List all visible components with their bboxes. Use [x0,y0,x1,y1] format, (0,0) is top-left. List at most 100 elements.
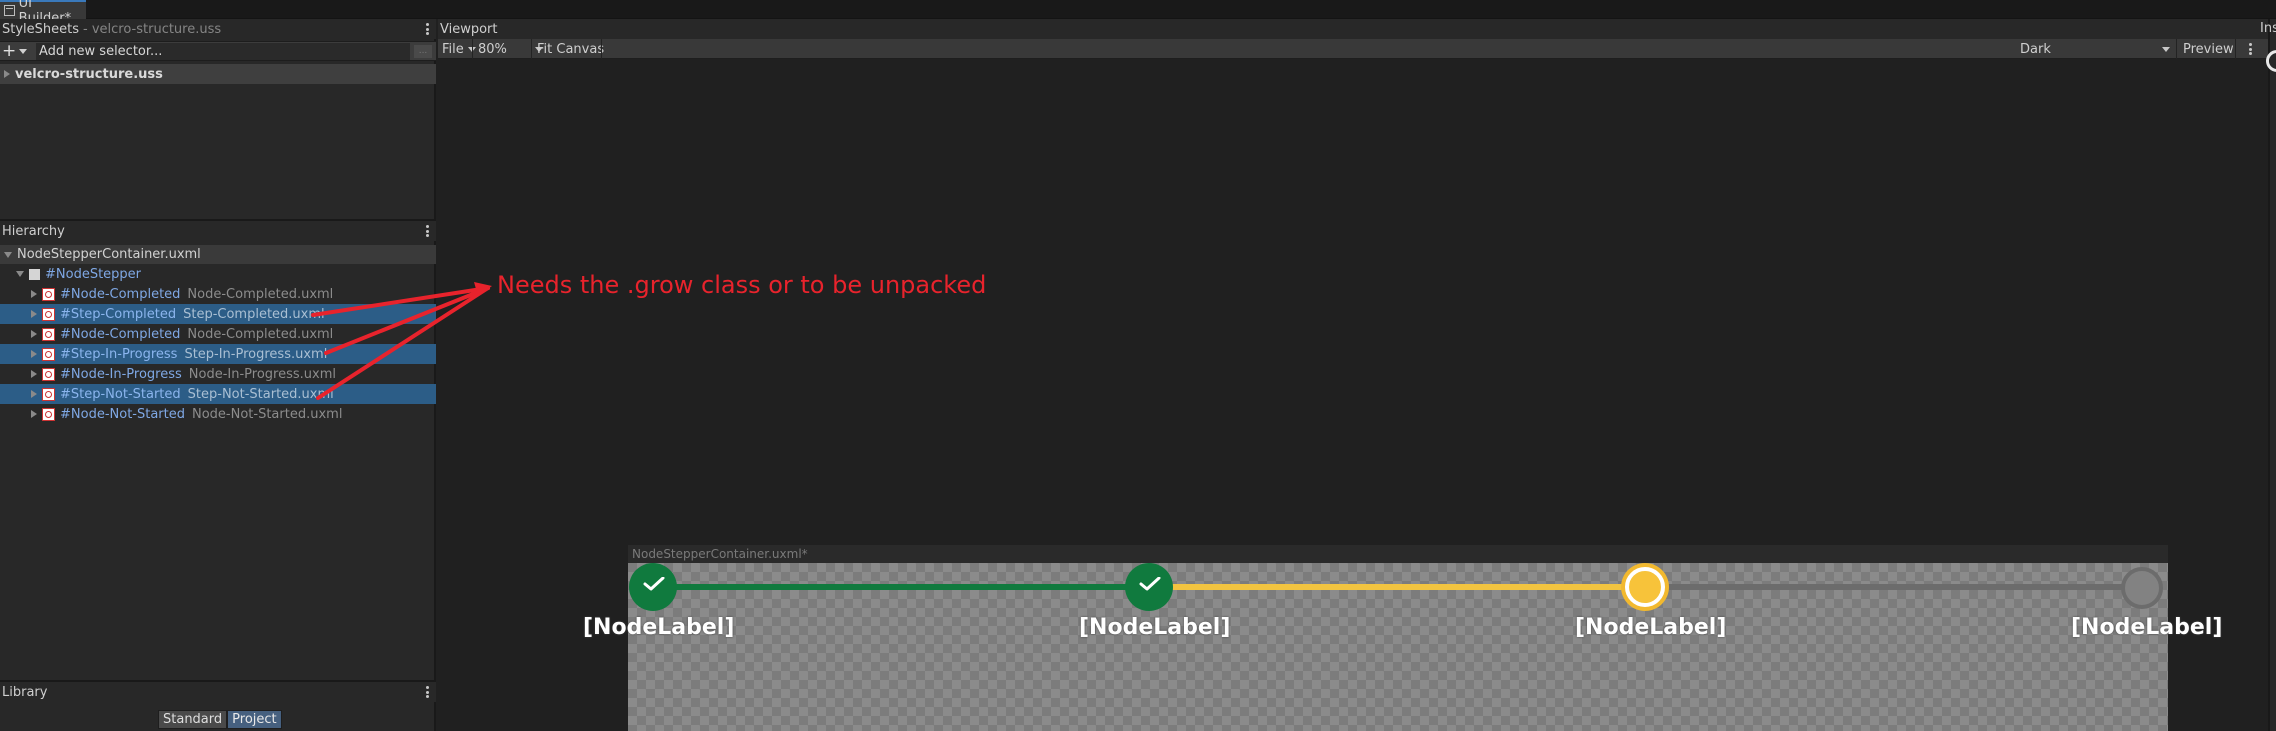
foldout-arrow-icon[interactable] [31,290,37,298]
node-label-1: [NodeLabel] [583,615,735,640]
hierarchy-item-name: #Node-Not-Started [60,406,185,422]
step-not-started-line[interactable] [1645,584,2141,590]
window-tab-strip: UI Builder* [0,0,2276,26]
node-label-2: [NodeLabel] [1079,615,1231,640]
theme-value: Dark [2020,41,2051,57]
tab-project[interactable]: Project [227,710,282,729]
hierarchy-item-file: Step-Completed.uxml [183,306,325,322]
template-instance-icon [42,347,55,361]
hierarchy-menu-icon[interactable] [426,225,429,237]
fit-canvas-label: Fit Canvas [537,41,605,57]
library-title: Library [2,684,48,700]
toolbar-divider [601,39,602,59]
annotation-note: Needs the .grow class or to be unpacked [497,271,987,299]
node-completed-2[interactable] [1125,563,1173,611]
stylesheets-toolbar: + Add new selector... ... [0,41,436,61]
node-not-started[interactable] [2121,567,2163,609]
chevron-down-icon [2162,46,2170,52]
hierarchy-item-selected[interactable]: #Step-In-Progress Step-In-Progress.uxml [0,344,436,364]
library-tabs: Standard Project [158,710,282,730]
file-menu-label: File [442,41,464,57]
stylesheets-panel-header: StyleSheets - velcro-structure.uss [0,19,436,39]
node-completed-1[interactable] [629,563,677,611]
hierarchy-item-file: Node-Completed.uxml [187,286,334,302]
hierarchy-item[interactable]: #Node-Not-Started Node-Not-Started.uxml [0,404,436,424]
hierarchy-item-file: Step-Not-Started.uxml [187,386,334,402]
viewport-panel-header: Viewport [438,19,2268,39]
add-selector-input[interactable]: Add new selector... [36,43,410,60]
stylesheet-item[interactable]: velcro-structure.uss [0,64,436,84]
template-instance-icon [42,287,55,301]
hierarchy-item-name: #Node-Completed [60,286,181,302]
preview-label: Preview [2183,41,2234,57]
checkmark-icon [1139,577,1161,591]
foldout-arrow-icon[interactable] [31,410,37,418]
step-completed-line[interactable] [652,584,1149,590]
toolbar-divider [2176,39,2177,59]
foldout-arrow-icon[interactable] [31,390,37,398]
stylesheets-menu-icon[interactable] [426,23,429,35]
checkmark-icon [643,577,665,591]
foldout-arrow-icon[interactable] [31,350,37,358]
template-instance-icon [42,387,55,401]
hierarchy-item-selected[interactable]: #Step-Completed Step-Completed.uxml [0,304,436,324]
foldout-arrow-icon[interactable] [31,370,37,378]
stylesheet-item-label: velcro-structure.uss [15,66,163,82]
foldout-arrow-icon[interactable] [16,271,24,277]
ui-builder-tab[interactable]: UI Builder* [0,0,86,26]
preview-button[interactable]: Preview [2183,39,2234,59]
hierarchy-item-name: #Node-Completed [60,326,181,342]
library-panel-header: Library [0,680,436,702]
inspector-panel [2268,19,2276,731]
viewport-title: Viewport [440,21,498,37]
template-instance-icon [42,367,55,381]
fit-canvas-button[interactable]: Fit Canvas [537,39,604,59]
viewport-menu-icon[interactable] [2249,43,2252,55]
hierarchy-item[interactable]: #Node-In-Progress Node-In-Progress.uxml [0,364,436,384]
chevron-down-icon [19,49,28,54]
hierarchy-title: Hierarchy [2,223,65,239]
visual-element-icon [29,268,40,280]
node-label-3: [NodeLabel] [1575,615,1727,640]
root-document-label: NodeStepperContainer.uxml [17,247,201,262]
hierarchy-item-nodestepper[interactable]: #NodeStepper [0,264,436,284]
hierarchy-item-name: #Step-Not-Started [60,386,181,402]
zoom-value: 80% [478,41,507,57]
foldout-arrow-icon[interactable] [4,70,10,78]
library-menu-icon[interactable] [426,686,429,698]
viewport-toolbar: File 80% Fit Canvas Dark Preview [438,39,2268,59]
step-in-progress-line[interactable] [1149,584,1645,590]
foldout-arrow-icon[interactable] [31,330,37,338]
stylesheets-subtitle: - velcro-structure.uss [83,21,222,37]
window-icon [4,5,15,16]
hierarchy-item[interactable]: #Node-Completed Node-Completed.uxml [0,324,436,344]
toolbar-divider [531,39,532,59]
theme-dropdown[interactable]: Dark [2020,39,2174,59]
plus-icon: + [2,41,17,61]
hierarchy-item-name: #Node-In-Progress [60,366,182,382]
hierarchy-root-document[interactable]: NodeStepperContainer.uxml [0,245,436,264]
foldout-arrow-icon[interactable] [4,251,12,258]
document-body[interactable]: [NodeLabel] [NodeLabel] [NodeLabel] [Nod… [583,563,2222,731]
canvas-document[interactable]: NodeStepperContainer.uxml* [NodeLabel] [… [583,545,2222,731]
node-label-4: [NodeLabel] [2071,615,2223,640]
toolbar-divider [472,39,473,59]
hierarchy-item-file: Step-In-Progress.uxml [184,346,328,362]
node-in-progress[interactable] [1625,567,1665,607]
stylesheets-title: StyleSheets [2,21,80,37]
add-stylesheet-button[interactable]: + [2,43,32,60]
hierarchy-item-selected[interactable]: #Step-Not-Started Step-Not-Started.uxml [0,384,436,404]
hierarchy-item[interactable]: #Node-Completed Node-Completed.uxml [0,284,436,304]
hierarchy-item-name: #Step-In-Progress [60,346,178,362]
tab-standard[interactable]: Standard [158,710,228,729]
template-instance-icon [42,407,55,421]
hierarchy-panel-header: Hierarchy [0,219,436,241]
hierarchy-item-name: #Step-Completed [60,306,177,322]
template-instance-icon [42,307,55,321]
hierarchy-item-file: Node-Completed.uxml [187,326,334,342]
inspector-title: Inspector [2260,21,2276,36]
toolbar-divider [2235,39,2236,59]
file-menu-button[interactable]: File [442,39,476,59]
selector-options-button[interactable]: ... [414,45,432,58]
foldout-arrow-icon[interactable] [31,310,37,318]
